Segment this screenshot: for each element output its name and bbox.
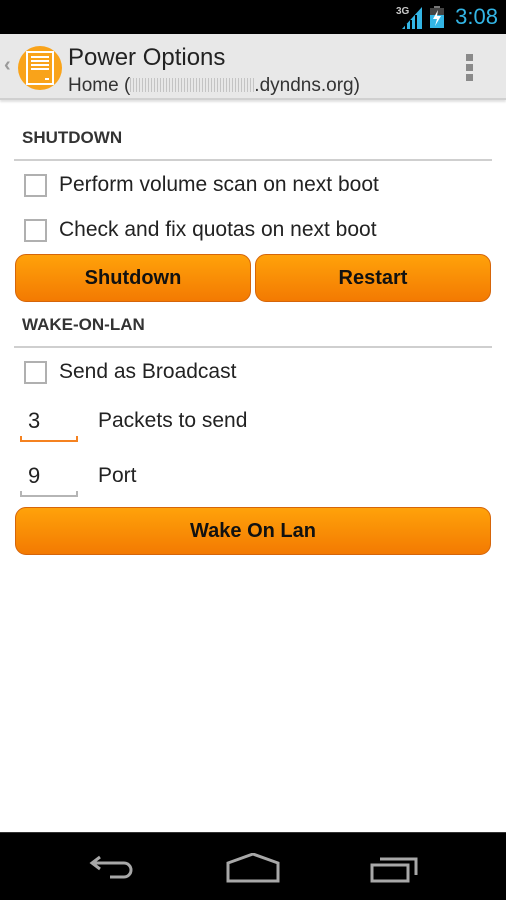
checkbox-broadcast[interactable]: Send as Broadcast — [24, 357, 236, 387]
shutdown-button[interactable]: Shutdown — [15, 254, 251, 302]
divider — [14, 346, 492, 348]
overflow-menu-icon[interactable] — [464, 54, 474, 86]
port-label: Port — [98, 464, 137, 487]
section-header-shutdown: SHUTDOWN — [22, 128, 123, 147]
checkbox-box[interactable] — [24, 360, 47, 384]
signal-icon — [402, 7, 422, 29]
home-icon[interactable] — [226, 853, 280, 883]
divider — [14, 159, 492, 161]
checkbox-volume-scan[interactable]: Perform volume scan on next boot — [24, 170, 379, 200]
navigation-bar — [0, 832, 506, 900]
subtitle-prefix: Home ( — [68, 75, 131, 96]
up-caret-icon[interactable]: ‹ — [4, 54, 11, 77]
port-input[interactable]: 9 — [18, 459, 80, 499]
battery-charging-icon — [430, 6, 444, 28]
server-icon[interactable] — [18, 46, 62, 90]
server-subtitle: Home ( .dyndns.org) — [68, 75, 360, 97]
checkbox-label: Send as Broadcast — [59, 360, 237, 383]
checkbox-box[interactable] — [24, 218, 47, 242]
checkbox-fix-quotas[interactable]: Check and fix quotas on next boot — [24, 215, 377, 245]
wake-on-lan-button[interactable]: Wake On Lan — [15, 507, 491, 555]
checkbox-box[interactable] — [24, 173, 47, 197]
action-bar: ‹ Power Options Home ( .dyndns.org) — [0, 34, 506, 100]
page-title: Power Options — [68, 44, 226, 71]
section-header-wol: WAKE-ON-LAN — [22, 315, 145, 334]
back-icon[interactable] — [88, 853, 138, 883]
recent-apps-icon[interactable] — [370, 853, 420, 883]
packets-label: Packets to send — [98, 409, 248, 432]
packets-input[interactable]: 3 — [18, 404, 80, 444]
status-bar: 3G 3:08 — [0, 0, 506, 34]
packets-value: 3 — [28, 408, 41, 433]
port-value: 9 — [28, 463, 41, 488]
restart-button[interactable]: Restart — [255, 254, 491, 302]
redacted-hostname — [130, 78, 255, 92]
subtitle-suffix: .dyndns.org) — [254, 75, 360, 96]
checkbox-label: Check and fix quotas on next boot — [59, 218, 377, 241]
clock: 3:08 — [455, 4, 498, 29]
checkbox-label: Perform volume scan on next boot — [59, 173, 379, 196]
